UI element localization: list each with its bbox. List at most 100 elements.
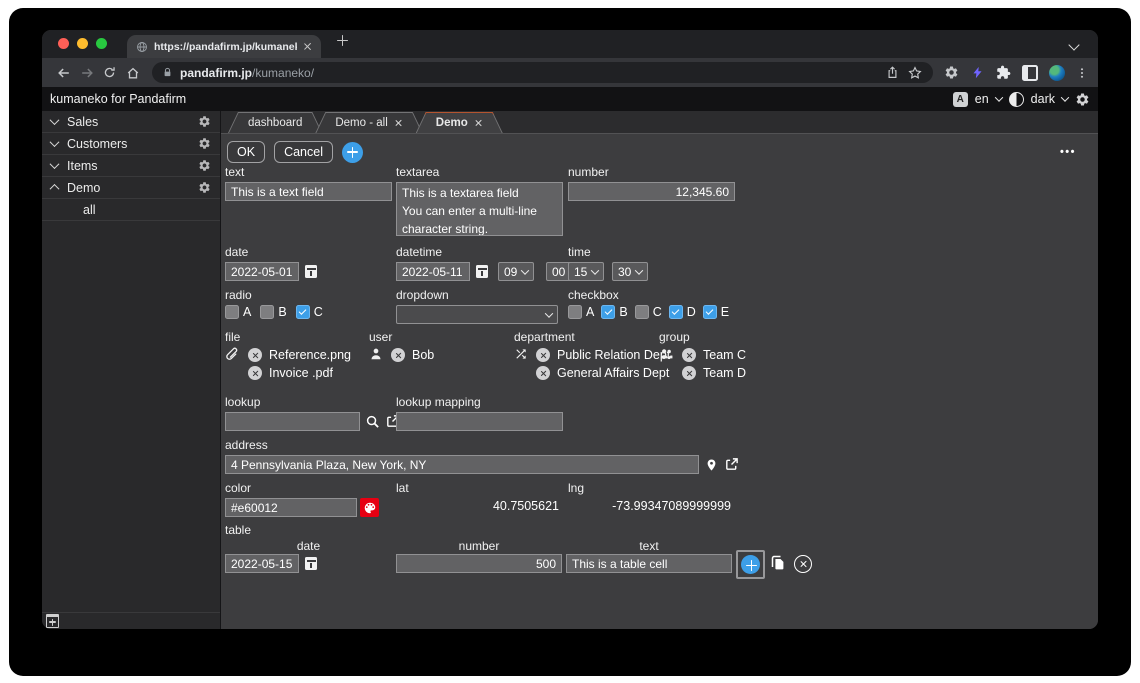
language-chevron-icon[interactable] — [994, 93, 1003, 102]
calendar-icon[interactable] — [305, 557, 317, 570]
remove-group-icon[interactable] — [682, 366, 696, 380]
more-options-button[interactable]: ••• — [1060, 146, 1076, 158]
datetime-date-input[interactable] — [396, 262, 470, 281]
language-select-value[interactable]: en — [975, 92, 989, 106]
items-settings-gear-icon[interactable] — [198, 159, 211, 172]
table-header-date: date — [296, 539, 321, 553]
back-button[interactable] — [52, 61, 75, 84]
remove-file-icon[interactable] — [248, 348, 262, 362]
bookmark-star-icon[interactable] — [907, 61, 923, 84]
close-doc-tab-icon[interactable] — [475, 119, 483, 127]
number-input[interactable] — [568, 182, 735, 201]
doc-tab-dashboard[interactable]: dashboard — [228, 112, 322, 133]
doc-tab-demo[interactable]: Demo — [416, 112, 503, 133]
field-checkbox: checkbox A B C D E — [568, 288, 729, 319]
browser-window: https://pandafirm.jp/kumaneko pandafirm.… — [42, 30, 1098, 629]
add-table-row-button[interactable] — [736, 550, 765, 579]
radio-option-c[interactable] — [295, 305, 310, 319]
radio-option-b[interactable] — [260, 305, 275, 319]
forward-button[interactable] — [75, 61, 98, 84]
lookup-input[interactable] — [225, 412, 360, 431]
time-minute-select[interactable]: 30 — [612, 262, 648, 281]
paperclip-icon[interactable] — [225, 347, 240, 362]
sidebar-item-sales[interactable]: Sales — [42, 111, 220, 133]
calendar-icon[interactable] — [305, 265, 317, 278]
lookup-mapping-input[interactable] — [396, 412, 563, 431]
extension-bolt-icon[interactable] — [970, 61, 984, 84]
demo-settings-gear-icon[interactable] — [198, 181, 211, 194]
checkbox-option-d[interactable] — [668, 305, 683, 319]
remove-department-icon[interactable] — [536, 366, 550, 380]
theme-select-value[interactable]: dark — [1031, 92, 1055, 106]
time-hour-select[interactable]: 15 — [568, 262, 604, 281]
org-shuffle-icon[interactable] — [514, 347, 528, 361]
extensions-puzzle-icon[interactable] — [995, 61, 1011, 84]
address-bar[interactable]: pandafirm.jp/kumaneko/ — [152, 62, 933, 83]
text-input[interactable] — [225, 182, 392, 201]
table-text-input[interactable] — [566, 554, 732, 573]
table-number-input[interactable] — [396, 554, 562, 573]
option-label: C — [652, 305, 662, 319]
date-input[interactable] — [225, 262, 299, 281]
field-label: lat — [396, 481, 409, 495]
tab-search-chevron-icon[interactable] — [1068, 39, 1080, 51]
people-icon[interactable] — [659, 347, 674, 361]
home-button[interactable] — [121, 61, 144, 84]
color-picker-button[interactable] — [360, 498, 379, 517]
window-controls — [58, 38, 107, 49]
radio-option-a[interactable] — [225, 305, 239, 319]
sales-settings-gear-icon[interactable] — [198, 115, 211, 128]
checkbox-option-e[interactable] — [702, 305, 717, 319]
sidebar-subitem-all[interactable]: all — [42, 199, 220, 221]
profile-avatar[interactable] — [1049, 64, 1065, 81]
calendar-icon[interactable] — [476, 265, 488, 278]
person-icon[interactable] — [369, 347, 383, 361]
add-app-icon[interactable] — [46, 614, 59, 628]
close-tab-icon[interactable] — [303, 42, 312, 51]
remove-user-icon[interactable] — [391, 348, 405, 362]
color-input[interactable] — [225, 498, 357, 517]
cancel-button[interactable]: Cancel — [274, 141, 333, 163]
field-label: date — [225, 245, 249, 259]
extension-gear-icon[interactable] — [943, 61, 959, 84]
duplicate-row-icon[interactable] — [770, 555, 786, 571]
sidebar-item-items[interactable]: Items — [42, 155, 220, 177]
share-icon[interactable] — [884, 61, 900, 84]
checkbox-option-c[interactable] — [634, 305, 649, 319]
remove-file-icon[interactable] — [248, 366, 262, 380]
dropdown-select[interactable] — [396, 305, 558, 324]
lookup-search-icon[interactable] — [365, 414, 380, 429]
checkbox-option-a[interactable] — [568, 305, 582, 319]
remove-department-icon[interactable] — [536, 348, 550, 362]
textarea-input[interactable]: This is a textarea field You can enter a… — [396, 182, 563, 236]
minimize-window-button[interactable] — [77, 38, 88, 49]
browser-menu-icon[interactable] — [1076, 61, 1088, 84]
ok-button[interactable]: OK — [227, 141, 266, 163]
app-settings-gear-icon[interactable] — [1075, 92, 1090, 107]
close-doc-tab-icon[interactable] — [395, 119, 403, 127]
map-open-icon[interactable] — [724, 457, 739, 472]
delete-row-icon[interactable] — [794, 555, 812, 573]
table-date-input[interactable] — [225, 554, 299, 573]
field-lookup-mapping: lookup mapping — [396, 395, 563, 431]
datetime-hour-select[interactable]: 09 — [498, 262, 534, 281]
sidebar-item-customers[interactable]: Customers — [42, 133, 220, 155]
add-record-button[interactable] — [341, 141, 363, 163]
browser-tab[interactable]: https://pandafirm.jp/kumaneko — [127, 35, 321, 58]
checkbox-option-b[interactable] — [601, 305, 616, 319]
extension-square-icon[interactable] — [1022, 64, 1038, 81]
chevron-up-icon — [49, 183, 60, 194]
table-header-text: text — [639, 539, 659, 553]
zoom-window-button[interactable] — [96, 38, 107, 49]
reload-button[interactable] — [98, 61, 121, 84]
close-window-button[interactable] — [58, 38, 69, 49]
remove-group-icon[interactable] — [682, 348, 696, 362]
theme-chevron-icon[interactable] — [1060, 93, 1070, 102]
map-pin-icon[interactable] — [705, 458, 718, 472]
customers-settings-gear-icon[interactable] — [198, 137, 211, 150]
sidebar-item-demo[interactable]: Demo — [42, 177, 220, 199]
field-datetime: datetime 09 00 — [396, 245, 582, 281]
address-input[interactable] — [225, 455, 699, 474]
new-tab-button[interactable] — [337, 33, 348, 51]
doc-tab-demo-all[interactable]: Demo - all — [315, 112, 422, 133]
